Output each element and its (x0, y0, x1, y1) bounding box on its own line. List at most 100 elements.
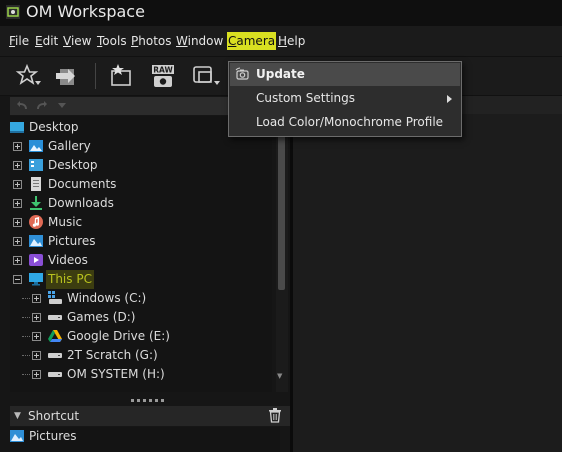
collapse-toggle[interactable] (13, 275, 22, 284)
expand-toggle[interactable] (13, 161, 22, 170)
back-arrow-icon[interactable] (16, 100, 30, 112)
tree-item-label: OM SYSTEM (H:) (67, 367, 165, 381)
tree-item-label: Pictures (48, 234, 96, 248)
menu-item-label: Update (256, 67, 305, 81)
drive-icon (48, 372, 62, 377)
tree-item-pictures[interactable]: Pictures (10, 232, 270, 251)
collapse-chevron-icon[interactable]: ▼ (14, 411, 21, 421)
tree-item-downloads[interactable]: Downloads (10, 194, 270, 213)
tree-item-gallery[interactable]: Gallery (10, 137, 270, 156)
expand-toggle[interactable] (13, 180, 22, 189)
menu-photos[interactable]: Photos (130, 32, 173, 50)
import-arrow-icon[interactable] (52, 61, 82, 91)
tree-item-label: Desktop (48, 158, 98, 172)
tree-item-this-pc[interactable]: This PC (10, 270, 270, 289)
menu-tools[interactable]: Tools (96, 32, 128, 50)
tree-item-label: Google Drive (E:) (67, 329, 170, 343)
expand-toggle[interactable] (13, 142, 22, 151)
tree-connector (22, 317, 30, 318)
toolbar-separator (95, 63, 96, 89)
tree-item-desktop[interactable]: Desktop (10, 156, 270, 175)
videos-icon (29, 254, 43, 266)
expand-toggle[interactable] (32, 294, 41, 303)
desktop-icon (10, 122, 24, 133)
camera-dropdown-menu: Update Custom Settings Load Color/Monoch… (228, 61, 462, 137)
menu-window[interactable]: Window (175, 32, 224, 50)
expand-toggle[interactable] (13, 218, 22, 227)
frame-stack-icon[interactable] (190, 61, 220, 91)
tree-item-videos[interactable]: Videos (10, 251, 270, 270)
menu-item-label: Load Color/Monochrome Profile (256, 115, 444, 129)
tree-item-label: Desktop (29, 120, 79, 134)
shortcut-title: Shortcut (28, 409, 80, 423)
forward-arrow-icon[interactable] (34, 100, 48, 112)
tree-item-label: Music (48, 215, 83, 229)
pictures-icon (29, 235, 43, 247)
shortcut-item-label: Pictures (29, 429, 77, 443)
tree-item-label: Gallery (48, 139, 91, 153)
folder-tree: Desktop Gallery Desktop Documents Downlo… (10, 116, 272, 392)
tree-item-documents[interactable]: Documents (10, 175, 270, 194)
content-panel (293, 96, 562, 452)
tree-item-music[interactable]: Music (10, 213, 270, 232)
tree-connector (22, 374, 30, 375)
trash-icon[interactable] (268, 408, 282, 423)
tree-item-label: Videos (48, 253, 88, 267)
camera-update-icon (235, 67, 249, 80)
tree-item-label: Downloads (48, 196, 114, 210)
submenu-arrow-icon (447, 95, 452, 103)
pictures-icon (10, 430, 24, 442)
window-title: OM Workspace (26, 2, 145, 21)
tree-item-label: This PC (46, 270, 94, 289)
raw-camera-icon[interactable]: RAW (148, 61, 178, 91)
menu-item-load-profile[interactable]: Load Color/Monochrome Profile (230, 111, 460, 134)
music-icon (29, 215, 43, 229)
expand-toggle[interactable] (13, 199, 22, 208)
menu-help[interactable]: Help (277, 32, 306, 50)
expand-toggle[interactable] (32, 332, 41, 341)
expand-toggle[interactable] (32, 370, 41, 379)
app-logo-icon (6, 5, 20, 19)
menu-camera[interactable]: Camera (227, 32, 277, 50)
expand-toggle[interactable] (13, 237, 22, 246)
gallery-icon (29, 140, 43, 152)
expand-toggle[interactable] (32, 351, 41, 360)
desktop-folder-icon (29, 159, 43, 171)
scroll-down-arrow-icon[interactable]: ▼ (277, 372, 282, 380)
menu-item-update[interactable]: Update (230, 63, 460, 86)
panel-splitter-grip[interactable] (130, 398, 164, 404)
tree-connector (22, 298, 30, 299)
menu-edit[interactable]: Edit (34, 32, 59, 50)
menu-bar: File Edit View Tools Photos Window Camer… (0, 26, 562, 57)
tree-item-label: Windows (C:) (67, 291, 147, 305)
tree-scrollbar-thumb[interactable] (278, 120, 285, 290)
star-collection-icon[interactable] (106, 61, 136, 91)
filter-star-icon[interactable] (12, 61, 42, 91)
download-icon (30, 196, 42, 210)
shortcut-item-pictures[interactable]: Pictures (10, 427, 270, 446)
menu-item-custom-settings[interactable]: Custom Settings (230, 87, 460, 110)
tree-connector (22, 336, 30, 337)
tree-item-drive-h[interactable]: OM SYSTEM (H:) (10, 365, 270, 384)
tree-item-label: Documents (48, 177, 117, 191)
tree-connector (22, 355, 30, 356)
menu-item-label: Custom Settings (256, 91, 356, 105)
tree-item-drive-d[interactable]: Games (D:) (10, 308, 270, 327)
expand-toggle[interactable] (13, 256, 22, 265)
documents-icon (31, 177, 41, 191)
tree-item-drive-g[interactable]: 2T Scratch (G:) (10, 346, 270, 365)
history-dropdown-icon[interactable] (58, 103, 66, 109)
tree-item-label: 2T Scratch (G:) (67, 348, 158, 362)
computer-icon (29, 273, 43, 286)
windows-drive-icon (48, 291, 62, 304)
menu-view[interactable]: View (62, 32, 92, 50)
svg-text:RAW: RAW (153, 66, 173, 75)
drive-icon (48, 353, 62, 358)
drive-icon (48, 315, 62, 320)
expand-toggle[interactable] (32, 313, 41, 322)
tree-item-drive-c[interactable]: Windows (C:) (10, 289, 270, 308)
tree-item-label: Games (D:) (67, 310, 136, 324)
menu-file[interactable]: File (8, 32, 30, 50)
shortcut-list: Pictures (10, 427, 280, 452)
tree-item-drive-e[interactable]: Google Drive (E:) (10, 327, 270, 346)
